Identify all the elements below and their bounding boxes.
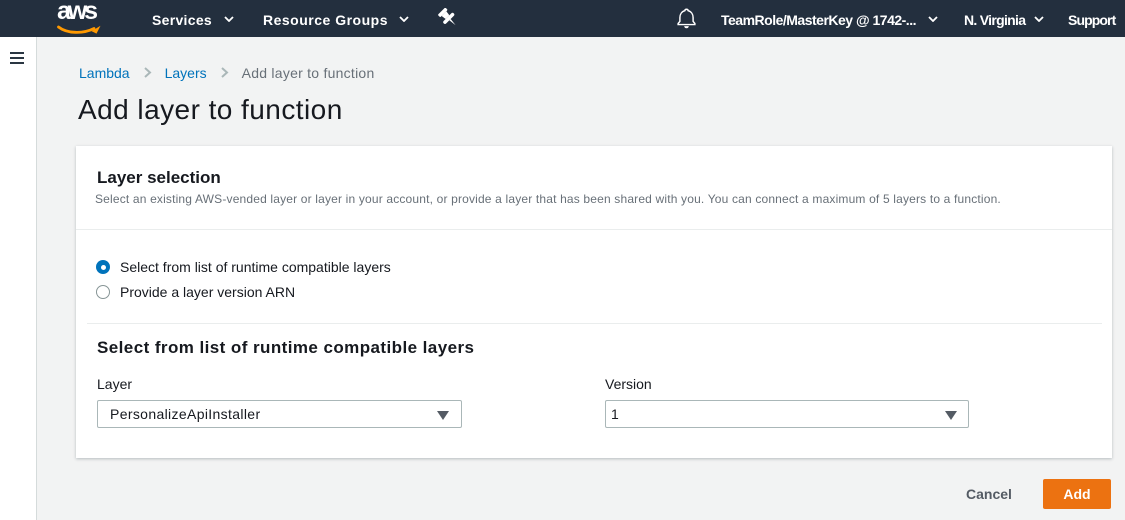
svg-text:aws: aws [57,3,98,25]
